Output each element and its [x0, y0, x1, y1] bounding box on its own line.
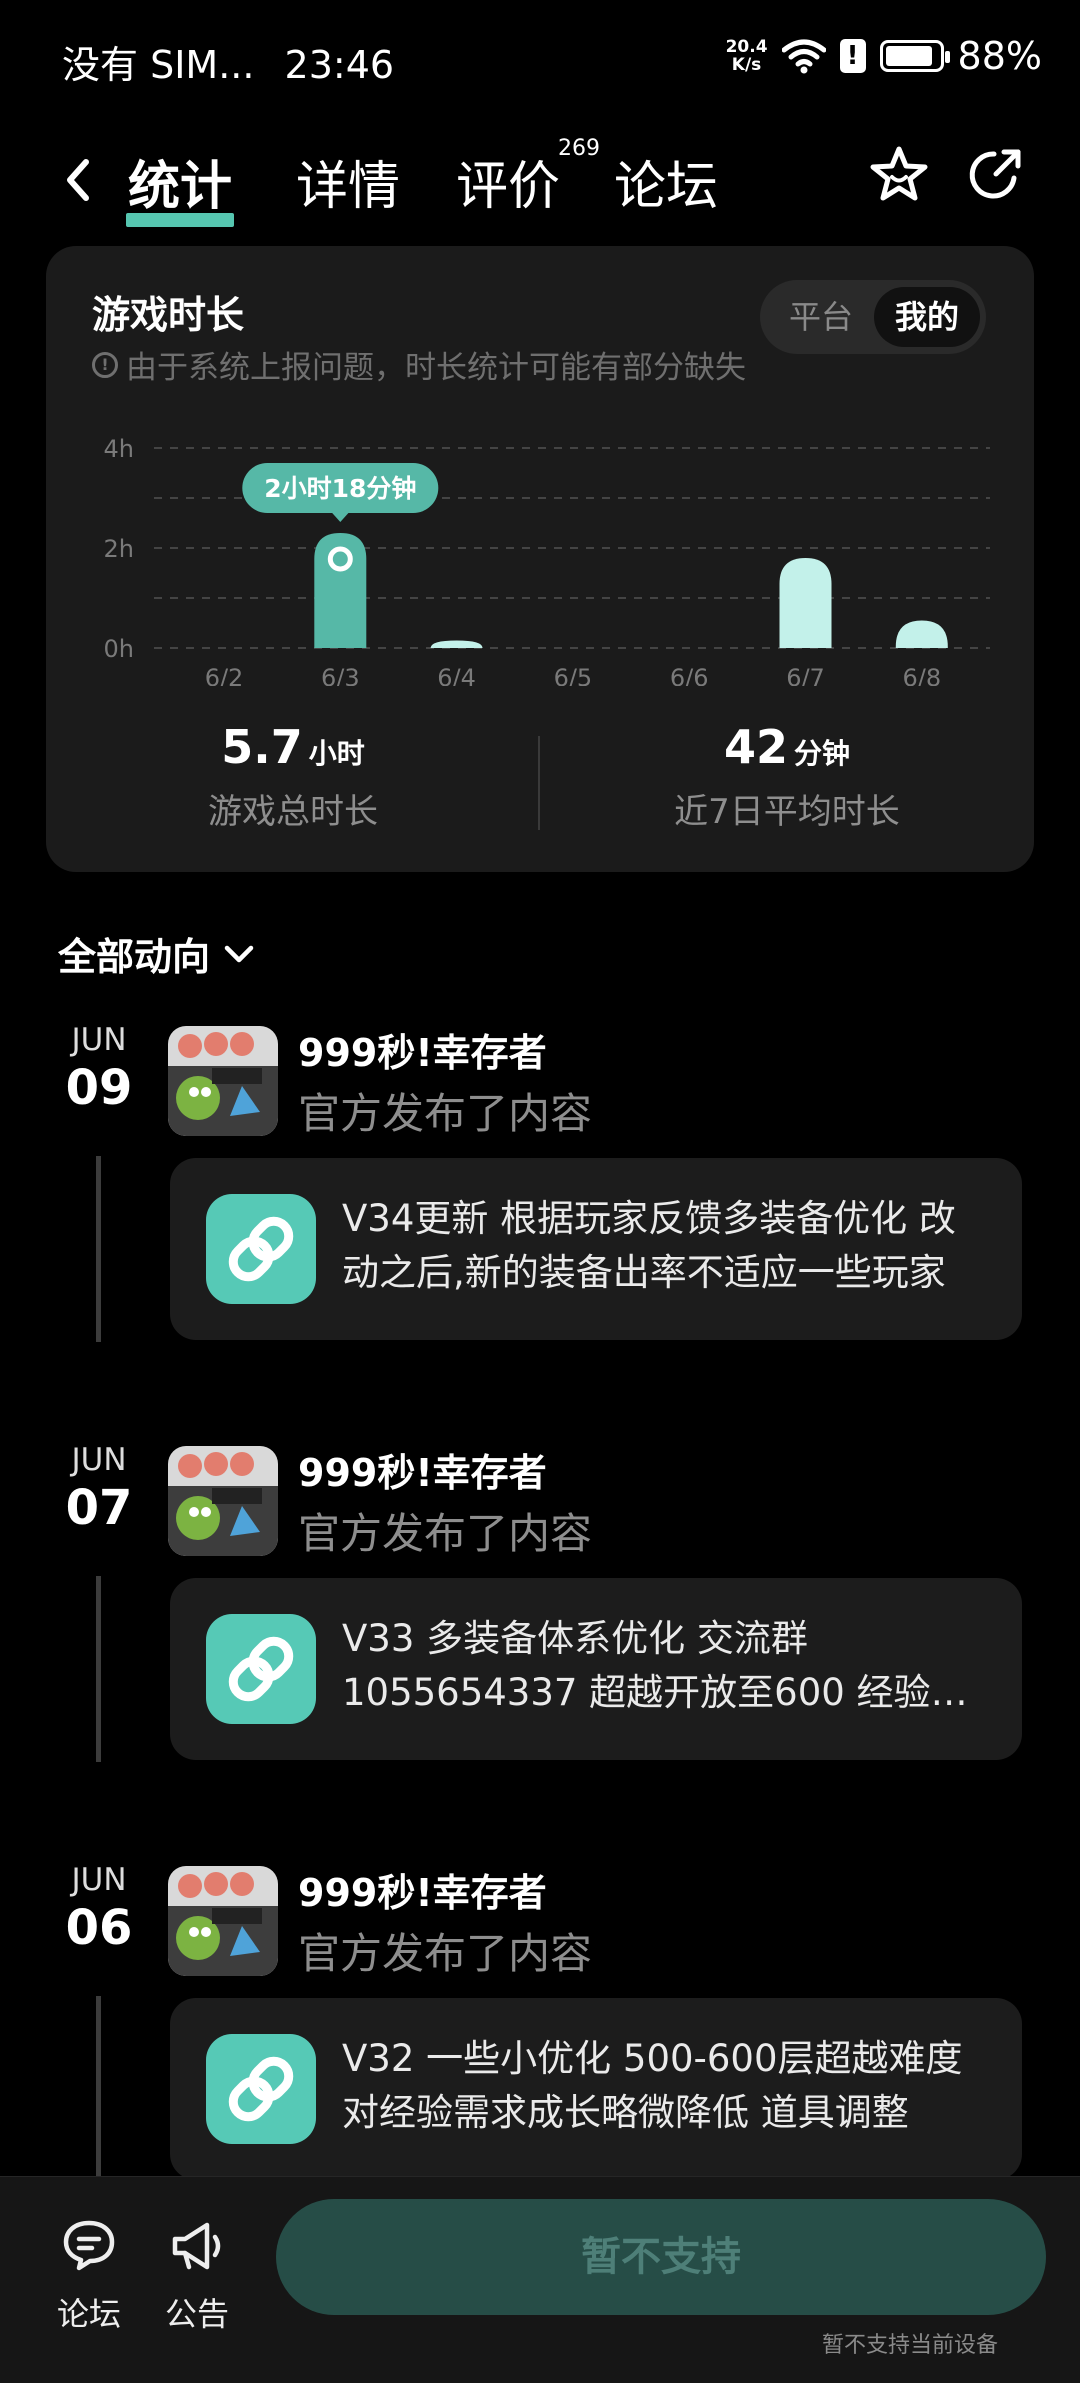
feed-date-day: 07 — [65, 1480, 133, 1536]
feed-date-month: JUN — [71, 1862, 127, 1898]
x-tick-label: 6/2 — [205, 664, 244, 686]
timeline-line — [96, 1996, 101, 2182]
chart-bar[interactable] — [895, 620, 948, 649]
post-text: V33 多装备体系优化 交流群1055654337 超越开放至600 经验需求调… — [342, 1617, 968, 1714]
y-tick-label: 0h — [104, 635, 134, 663]
tab-details[interactable]: 详情 — [296, 144, 400, 219]
link-icon — [206, 1194, 316, 1304]
playtime-note: ! 由于系统上报问题，时长统计可能有部分缺失 — [92, 342, 746, 387]
feed-action: 官方发布了内容 — [298, 1929, 593, 1978]
unsupported-button[interactable]: 暂不支持 — [276, 2199, 1046, 2315]
feed-item: JUN 07 999秒!幸存者 官方发布了内容 V33 多装备体系优化 交流群1… — [0, 1442, 1080, 1862]
feed-action: 官方发布了内容 — [298, 1509, 593, 1558]
x-tick-label: 6/3 — [321, 664, 360, 686]
feed-action: 官方发布了内容 — [298, 1089, 593, 1138]
playtime-title: 游戏时长 — [92, 293, 245, 337]
game-name[interactable]: 999秒!幸存者 — [298, 1862, 547, 1917]
x-tick-label: 6/6 — [670, 664, 709, 686]
post-text: V34更新 根据玩家反馈多装备优化 改动之后,新的装备出率不适应一些玩家 — [342, 1197, 956, 1294]
toggle-mine[interactable]: 我的 — [874, 287, 980, 347]
tab-forum[interactable]: 论坛 — [614, 144, 718, 219]
post-card[interactable]: V34更新 根据玩家反馈多装备优化 改动之后,新的装备出率不适应一些玩家 — [170, 1158, 1022, 1340]
tooltip-text: 2小时18分钟 — [264, 474, 416, 503]
timeline-line — [96, 1576, 101, 1762]
tab-stats[interactable]: 统计 — [126, 144, 235, 227]
x-tick-label: 6/7 — [786, 664, 825, 686]
post-card[interactable]: V32 一些小优化 500-600层超越难度对经验需求成长略微降低 道具调整 — [170, 1998, 1022, 2180]
back-arrow-icon[interactable] — [58, 152, 98, 208]
top-nav: 统计 详情 评价 269 论坛 — [0, 130, 1080, 230]
share-icon[interactable] — [964, 144, 1026, 206]
playtime-card: 游戏时长 ! 由于系统上报问题，时长统计可能有部分缺失 平台 我的 0h 2h 4h… — [46, 246, 1034, 872]
y-tick-label: 4h — [104, 435, 134, 463]
game-icon[interactable] — [168, 1446, 278, 1556]
source-toggle: 平台 我的 — [760, 280, 986, 354]
x-tick-label: 6/5 — [554, 664, 593, 686]
total-playtime: 5.7 小时 游戏总时长 — [208, 720, 378, 832]
unsupported-note: 暂不支持当前设备 — [822, 2333, 999, 2358]
toggle-platform[interactable]: 平台 — [768, 287, 874, 347]
battery-percent: 88% — [957, 34, 1042, 78]
info-icon: ! — [92, 351, 118, 378]
chart-selected-dot — [327, 546, 353, 572]
timeline-line — [96, 1156, 101, 1342]
game-icon[interactable] — [168, 1866, 278, 1976]
alert-icon: ! — [839, 39, 866, 73]
favorite-star-icon[interactable] — [868, 144, 930, 206]
x-tick-label: 6/4 — [437, 664, 476, 686]
bottom-action-bar: 论坛 公告 暂不支持 暂不支持当前设备 — [0, 2176, 1080, 2383]
game-icon[interactable] — [168, 1026, 278, 1136]
carrier-label: 没有 SIM... — [62, 43, 255, 87]
chart-bar[interactable] — [779, 558, 832, 648]
game-name[interactable]: 999秒!幸存者 — [298, 1022, 547, 1077]
battery-icon — [879, 40, 950, 72]
clock: 23:46 — [284, 43, 395, 87]
x-tick-label: 6/8 — [902, 664, 941, 686]
y-tick-label: 2h — [104, 535, 134, 563]
post-card[interactable]: V33 多装备体系优化 交流群1055654337 超越开放至600 经验需求调… — [170, 1578, 1022, 1760]
status-bar: 没有 SIM... 23:46 20.4 K/s ! 88% — [0, 0, 1080, 120]
average-playtime: 42 分钟 近7日平均时长 — [674, 720, 900, 832]
notice-button[interactable]: 公告 — [152, 2215, 242, 2335]
post-text: V32 一些小优化 500-600层超越难度对经验需求成长略微降低 道具调整 — [342, 2037, 963, 2134]
feed-date-month: JUN — [71, 1442, 127, 1478]
tab-reviews[interactable]: 评价 — [456, 144, 560, 219]
forum-chat-icon — [63, 2220, 115, 2271]
forum-button[interactable]: 论坛 — [44, 2215, 134, 2335]
megaphone-icon — [172, 2222, 221, 2270]
chart-bar[interactable] — [430, 640, 483, 649]
wifi-icon — [781, 39, 826, 74]
link-icon — [206, 1614, 316, 1724]
chart-tooltip: 2小时18分钟 — [242, 463, 439, 522]
net-speed: 20.4 K/s — [725, 37, 768, 75]
feed-filter-dropdown[interactable]: 全部动向 — [58, 926, 256, 981]
link-icon — [206, 2034, 316, 2144]
chevron-down-icon — [224, 945, 254, 962]
playtime-chart: 0h 2h 4h 6/2 2小时18分钟 6/3 6/4 6/5 6/6 6/7 6/8 — [104, 435, 990, 686]
feed-date-day: 09 — [65, 1060, 133, 1116]
feed-date-day: 06 — [65, 1900, 133, 1956]
reviews-count-badge: 269 — [558, 136, 600, 161]
game-name[interactable]: 999秒!幸存者 — [298, 1442, 547, 1497]
feed-date-month: JUN — [71, 1022, 127, 1058]
feed-item: JUN 09 999秒!幸存者 官方发布了内容 V34更新 根据玩家反馈多装备优… — [0, 1022, 1080, 1442]
